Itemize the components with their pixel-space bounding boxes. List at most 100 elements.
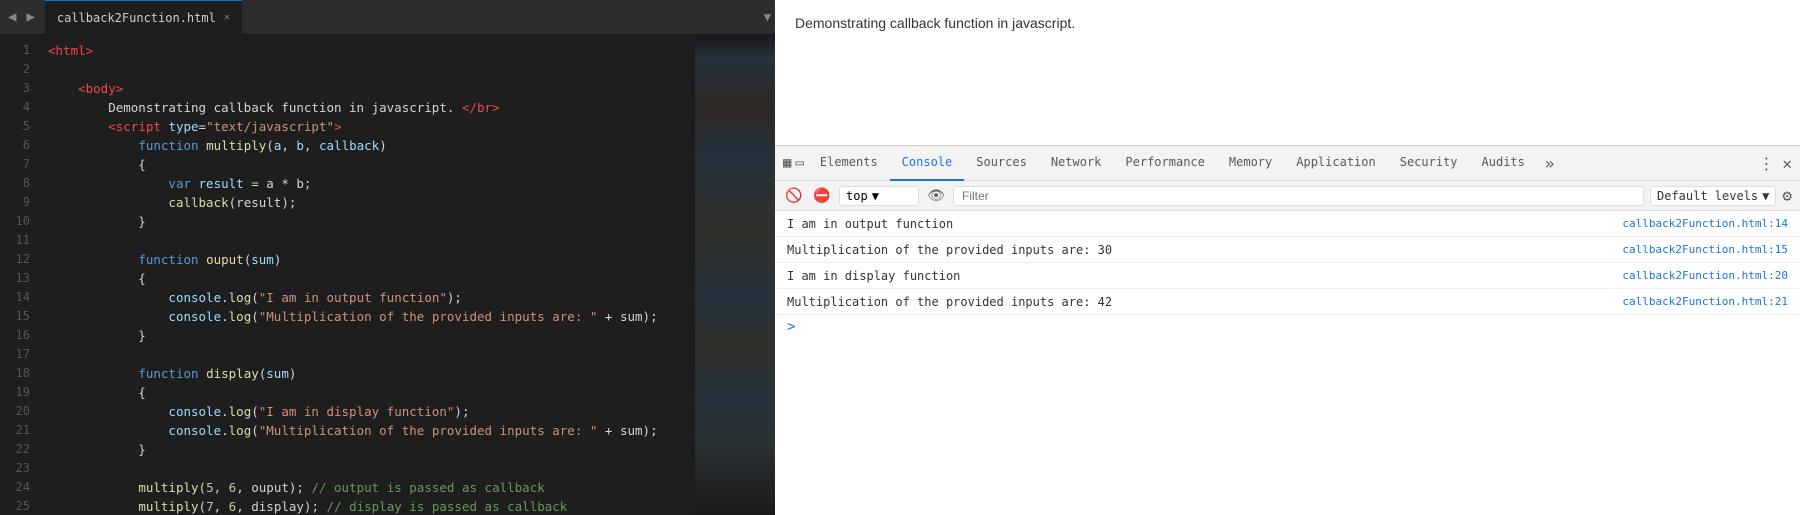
- code-line: {: [48, 269, 687, 288]
- top-selector-label: top: [846, 189, 868, 203]
- code-line: Demonstrating callback function in javas…: [48, 98, 687, 117]
- filter-input[interactable]: [953, 186, 1644, 206]
- code-line: function multiply(a, b, callback): [48, 136, 687, 155]
- code-line: }: [48, 440, 687, 459]
- line-number: 19: [0, 383, 30, 402]
- line-numbers: 1234567891011121314151617181920212223242…: [0, 35, 40, 515]
- console-message: I am in output function: [787, 217, 953, 231]
- filter-toggle-icon[interactable]: ⛔: [811, 185, 833, 207]
- nav-back-icon[interactable]: ◀: [4, 7, 20, 27]
- code-line: multiply(7, 6, display); // display is p…: [48, 497, 687, 515]
- devtools-tab-security[interactable]: Security: [1388, 146, 1470, 181]
- line-number: 10: [0, 212, 30, 231]
- code-line: console.log("I am in display function");: [48, 402, 687, 421]
- top-selector-dropdown-icon: ▼: [872, 189, 879, 203]
- devtools-tab-performance[interactable]: Performance: [1113, 146, 1216, 181]
- console-row: I am in display function callback2Functio…: [775, 263, 1800, 289]
- line-number: 23: [0, 459, 30, 478]
- line-number: 18: [0, 364, 30, 383]
- line-number: 20: [0, 402, 30, 421]
- line-number: 4: [0, 98, 30, 117]
- top-selector[interactable]: top ▼: [839, 186, 919, 206]
- default-levels-dropdown[interactable]: Default levels ▼: [1650, 186, 1776, 206]
- tab-label: callback2Function.html: [57, 11, 216, 25]
- minimap: [695, 35, 775, 515]
- tab-bar: ◀ ▶ callback2Function.html ✕ ▼: [0, 0, 775, 35]
- devtools-tab-network[interactable]: Network: [1039, 146, 1114, 181]
- code-line: console.log("Multiplication of the provi…: [48, 307, 687, 326]
- code-content[interactable]: <html> <body> Demonstrating callback fun…: [40, 35, 695, 515]
- console-source-link[interactable]: callback2Function.html:21: [1622, 295, 1788, 308]
- line-number: 22: [0, 440, 30, 459]
- line-number: 21: [0, 421, 30, 440]
- clear-console-icon[interactable]: 🚫: [783, 185, 805, 207]
- tab-dropdown-icon[interactable]: ▼: [764, 10, 771, 24]
- console-message: I am in display function: [787, 269, 960, 283]
- code-line: [48, 231, 687, 250]
- browser-content: Demonstrating callback function in javas…: [775, 0, 1800, 145]
- line-number: 2: [0, 60, 30, 79]
- console-source-link[interactable]: callback2Function.html:20: [1622, 269, 1788, 282]
- code-line: multiply(5, 6, ouput); // output is pass…: [48, 478, 687, 497]
- line-number: 5: [0, 117, 30, 136]
- line-number: 11: [0, 231, 30, 250]
- code-line: }: [48, 212, 687, 231]
- console-row: Multiplication of the provided inputs ar…: [775, 289, 1800, 315]
- code-line: function display(sum): [48, 364, 687, 383]
- console-message: Multiplication of the provided inputs ar…: [787, 243, 1112, 257]
- devtools-actions: ⋮ ✕: [1758, 154, 1792, 173]
- code-line: }: [48, 326, 687, 345]
- editor-panel: ◀ ▶ callback2Function.html ✕ ▼ 12 3456789…: [0, 0, 775, 515]
- line-number: 14: [0, 288, 30, 307]
- settings-icon[interactable]: ⚙: [1782, 186, 1792, 205]
- code-line: callback(result);: [48, 193, 687, 212]
- line-number: 3: [0, 79, 30, 98]
- devtools-tab-console[interactable]: Console: [890, 146, 965, 181]
- code-line: {: [48, 383, 687, 402]
- line-number: 15: [0, 307, 30, 326]
- console-row: I am in output function callback2Function…: [775, 211, 1800, 237]
- editor-tab[interactable]: callback2Function.html ✕: [45, 0, 242, 35]
- code-line: [48, 60, 687, 79]
- console-row: Multiplication of the provided inputs ar…: [775, 237, 1800, 263]
- console-source-link[interactable]: callback2Function.html:14: [1622, 217, 1788, 230]
- console-message: Multiplication of the provided inputs ar…: [787, 295, 1112, 309]
- nav-arrows: ◀ ▶: [4, 7, 39, 27]
- line-number: 24: [0, 478, 30, 497]
- console-toolbar: 🚫 ⛔ top ▼ 👁 Default levels ▼ ⚙: [775, 181, 1800, 211]
- line-number: 8: [0, 174, 30, 193]
- eye-icon[interactable]: 👁: [925, 185, 947, 207]
- code-line: <script type="text/javascript">: [48, 117, 687, 136]
- devtools-tab-elements[interactable]: Elements: [808, 146, 890, 181]
- close-devtools-icon[interactable]: ✕: [1782, 154, 1792, 173]
- line-number: 12: [0, 250, 30, 269]
- console-prompt[interactable]: >: [775, 315, 1800, 339]
- nav-forward-icon[interactable]: ▶: [22, 7, 38, 27]
- code-line: console.log("Multiplication of the provi…: [48, 421, 687, 440]
- line-number: 9: [0, 193, 30, 212]
- devtools-tab-memory[interactable]: Memory: [1217, 146, 1284, 181]
- devtools-tab-application[interactable]: Application: [1284, 146, 1387, 181]
- inspect-icon[interactable]: ▦: [783, 155, 791, 171]
- tab-close-icon[interactable]: ✕: [224, 12, 230, 23]
- code-line: {: [48, 155, 687, 174]
- more-options-icon[interactable]: ⋮: [1758, 154, 1774, 173]
- code-line: var result = a * b;: [48, 174, 687, 193]
- line-number: 25: [0, 497, 30, 515]
- devtools-tab-sources[interactable]: Sources: [964, 146, 1039, 181]
- console-output: I am in output function callback2Function…: [775, 211, 1800, 515]
- page-text: Demonstrating callback function in javas…: [795, 15, 1075, 31]
- device-icon[interactable]: ▭: [795, 155, 803, 171]
- code-line: <html>: [48, 41, 687, 60]
- console-source-link[interactable]: callback2Function.html:15: [1622, 243, 1788, 256]
- line-number: 7: [0, 155, 30, 174]
- devtools-tab-audits[interactable]: Audits: [1470, 146, 1537, 181]
- code-line: [48, 345, 687, 364]
- code-line: [48, 459, 687, 478]
- devtools-tab-more-icon[interactable]: »: [1537, 154, 1563, 173]
- devtools-toolbar: ▦ ▭ ElementsConsoleSourcesNetworkPerform…: [775, 146, 1800, 181]
- line-number: 6: [0, 136, 30, 155]
- line-number: 13: [0, 269, 30, 288]
- code-line: function ouput(sum): [48, 250, 687, 269]
- line-number: 16: [0, 326, 30, 345]
